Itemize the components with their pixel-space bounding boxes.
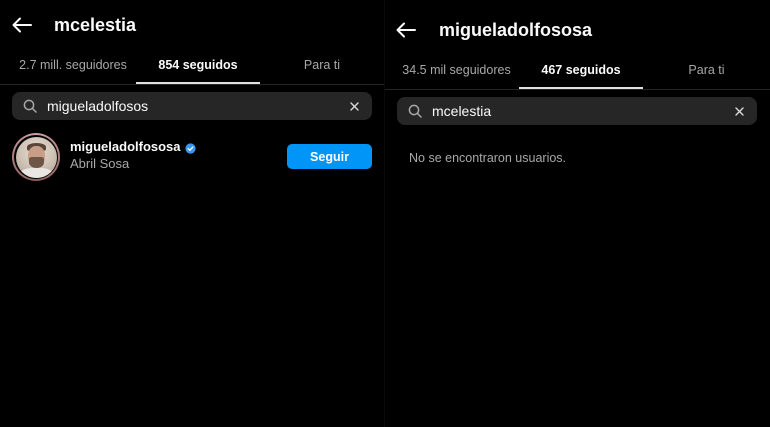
arrow-left-icon[interactable] — [11, 14, 33, 36]
search-bar — [12, 92, 372, 120]
tab-for-you[interactable]: Para ti — [643, 51, 770, 89]
right-panel: migueladolfososa 34.5 mil seguidores 467… — [385, 0, 770, 427]
page-title: mcelestia — [54, 14, 137, 35]
tab-divider — [0, 84, 384, 85]
search-icon — [408, 104, 422, 118]
page-title: migueladolfososa — [439, 19, 593, 40]
username[interactable]: migueladolfososa — [70, 139, 181, 154]
tab-bar: 2.7 mill. seguidores 854 seguidos Para t… — [0, 46, 384, 84]
arrow-left-icon[interactable] — [395, 19, 417, 41]
header-bar: migueladolfososa — [385, 5, 770, 55]
left-panel: mcelestia 2.7 mill. seguidores 854 segui… — [0, 0, 384, 427]
avatar — [15, 136, 57, 178]
avatar-story-ring[interactable] — [12, 133, 60, 181]
close-icon[interactable] — [348, 100, 360, 112]
empty-results-message: No se encontraron usuarios. — [409, 151, 567, 165]
verified-badge-icon — [184, 141, 196, 154]
tab-divider — [385, 89, 770, 90]
header-bar: mcelestia — [0, 0, 384, 50]
tab-followers[interactable]: 34.5 mil seguidores — [385, 51, 528, 89]
tab-following[interactable]: 467 seguidos — [519, 51, 643, 89]
search-bar — [397, 97, 757, 125]
tab-for-you[interactable]: Para ti — [260, 46, 384, 84]
list-item[interactable]: migueladolfososa Abril Sosa Seguir — [12, 131, 372, 183]
tab-followers[interactable]: 2.7 mill. seguidores — [0, 46, 146, 84]
search-icon — [23, 99, 37, 113]
follow-button[interactable]: Seguir — [287, 144, 372, 169]
close-icon[interactable] — [733, 105, 745, 117]
full-name: Abril Sosa — [70, 156, 130, 171]
tab-following[interactable]: 854 seguidos — [136, 46, 260, 84]
search-input[interactable] — [47, 98, 342, 114]
search-input[interactable] — [432, 103, 727, 119]
tab-bar: 34.5 mil seguidores 467 seguidos Para ti — [385, 51, 770, 89]
